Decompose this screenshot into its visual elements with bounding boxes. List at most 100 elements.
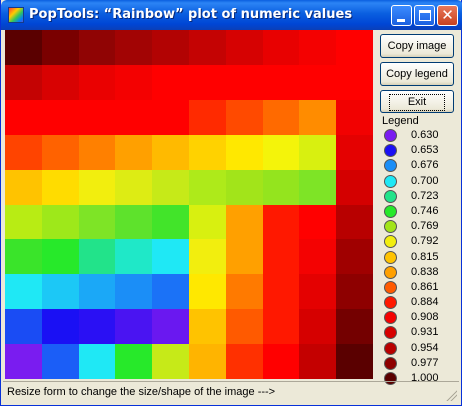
heatmap-cell — [336, 309, 373, 345]
heatmap-cell — [41, 239, 79, 275]
legend-item: 0.815 — [382, 250, 458, 265]
legend-color-dot-icon — [384, 235, 397, 249]
legend-color-dot-icon — [384, 341, 397, 355]
heatmap-cell — [41, 99, 79, 135]
copy-image-button[interactable]: Copy image — [380, 34, 454, 58]
heatmap-cell — [152, 169, 189, 205]
heatmap-cell — [225, 64, 263, 100]
heatmap-cell — [188, 239, 226, 275]
legend-value-label: 0.954 — [411, 341, 439, 354]
legend-color-dot-icon — [384, 296, 397, 310]
legend-color-dot-icon — [384, 129, 397, 142]
heatmap-cell — [225, 204, 263, 240]
heatmap-cell — [41, 169, 79, 205]
heatmap-cell — [336, 134, 373, 170]
heatmap-cell — [5, 64, 42, 100]
legend-color-dot-icon — [384, 326, 397, 340]
heatmap-cell — [115, 274, 153, 310]
app-icon[interactable] — [8, 7, 24, 23]
heatmap-cell — [225, 99, 263, 135]
heatmap-cell — [115, 64, 153, 100]
heatmap-cell — [262, 274, 300, 310]
legend-value-label: 0.653 — [411, 144, 439, 157]
heatmap-cell — [299, 30, 337, 65]
close-icon: ✕ — [441, 6, 454, 24]
heatmap-cell — [188, 64, 226, 100]
heatmap-cell — [152, 30, 189, 65]
legend-item: 0.954 — [382, 341, 458, 356]
heatmap-cell — [299, 309, 337, 345]
legend-color-dot-icon — [384, 311, 397, 325]
heatmap-cell — [152, 64, 189, 100]
legend-item: 0.630 — [382, 128, 458, 143]
heatmap-cell — [336, 239, 373, 275]
legend-color-dot-icon — [384, 220, 397, 234]
heatmap-cell — [225, 309, 263, 345]
legend-item: 0.723 — [382, 189, 458, 204]
heatmap-cell — [5, 134, 42, 170]
heatmap-cell — [115, 239, 153, 275]
status-text: Resize form to change the size/shape of … — [7, 386, 276, 398]
heatmap-cell — [5, 204, 42, 240]
heatmap-cell — [299, 99, 337, 135]
legend-item: 0.977 — [382, 356, 458, 371]
heatmap-cell — [41, 134, 79, 170]
legend-value-label: 0.861 — [411, 280, 439, 293]
heatmap-cell — [262, 30, 300, 65]
legend-value-label: 0.630 — [411, 129, 439, 141]
legend-value-label: 0.815 — [411, 250, 439, 263]
window-title: PopTools: “Rainbow” plot of numeric valu… — [29, 7, 353, 22]
maximize-button[interactable] — [414, 5, 435, 26]
heatmap-cell — [78, 169, 116, 205]
legend-item: 0.746 — [382, 204, 458, 219]
heatmap-cell — [262, 99, 300, 135]
heatmap-cell — [336, 99, 373, 135]
close-button[interactable]: ✕ — [437, 5, 458, 26]
heatmap-cell — [5, 344, 42, 379]
legend-color-dot-icon — [384, 265, 397, 279]
heatmap-cell — [78, 134, 116, 170]
legend-item: 0.700 — [382, 174, 458, 189]
heatmap-cell — [115, 169, 153, 205]
heatmap-cell — [188, 169, 226, 205]
heatmap-cell — [262, 169, 300, 205]
heatmap-cell — [152, 239, 189, 275]
copy-legend-button[interactable]: Copy legend — [380, 62, 454, 86]
title-bar[interactable]: PopTools: “Rainbow” plot of numeric valu… — [1, 0, 462, 30]
heatmap-cell — [78, 274, 116, 310]
legend-title: Legend — [382, 115, 419, 127]
heatmap-cell — [188, 274, 226, 310]
legend-value-label: 0.977 — [411, 356, 439, 369]
legend-value-label: 0.700 — [411, 174, 439, 187]
legend-item: 0.838 — [382, 265, 458, 280]
heatmap-cell — [188, 204, 226, 240]
heatmap-cell — [225, 134, 263, 170]
heatmap-cell — [299, 204, 337, 240]
legend-color-dot-icon — [384, 250, 397, 264]
heatmap-cell — [188, 99, 226, 135]
legend-item: 0.653 — [382, 143, 458, 158]
heatmap-cell — [262, 344, 300, 379]
heatmap-cell — [262, 64, 300, 100]
heatmap-cell — [41, 30, 79, 65]
legend-item: 0.931 — [382, 325, 458, 340]
legend-value-label: 0.931 — [411, 326, 439, 339]
heatmap-cell — [115, 134, 153, 170]
heatmap-cell — [188, 344, 226, 379]
heatmap-cell — [299, 274, 337, 310]
heatmap-cell — [115, 344, 153, 379]
heatmap-cell — [78, 204, 116, 240]
exit-button[interactable]: Exit — [380, 90, 454, 113]
heatmap-cell — [299, 169, 337, 205]
legend-value-label: 0.746 — [411, 204, 439, 217]
heatmap-cell — [41, 274, 79, 310]
minimize-button[interactable] — [391, 5, 412, 26]
legend-item: 0.792 — [382, 234, 458, 249]
resize-grip-icon[interactable] — [445, 389, 457, 401]
heatmap-cell — [115, 99, 153, 135]
minimize-icon — [397, 19, 405, 22]
heatmap-cell — [262, 239, 300, 275]
legend-value-label: 0.908 — [411, 311, 439, 324]
legend-value-label: 0.792 — [411, 235, 439, 248]
heatmap-cell — [336, 30, 373, 65]
